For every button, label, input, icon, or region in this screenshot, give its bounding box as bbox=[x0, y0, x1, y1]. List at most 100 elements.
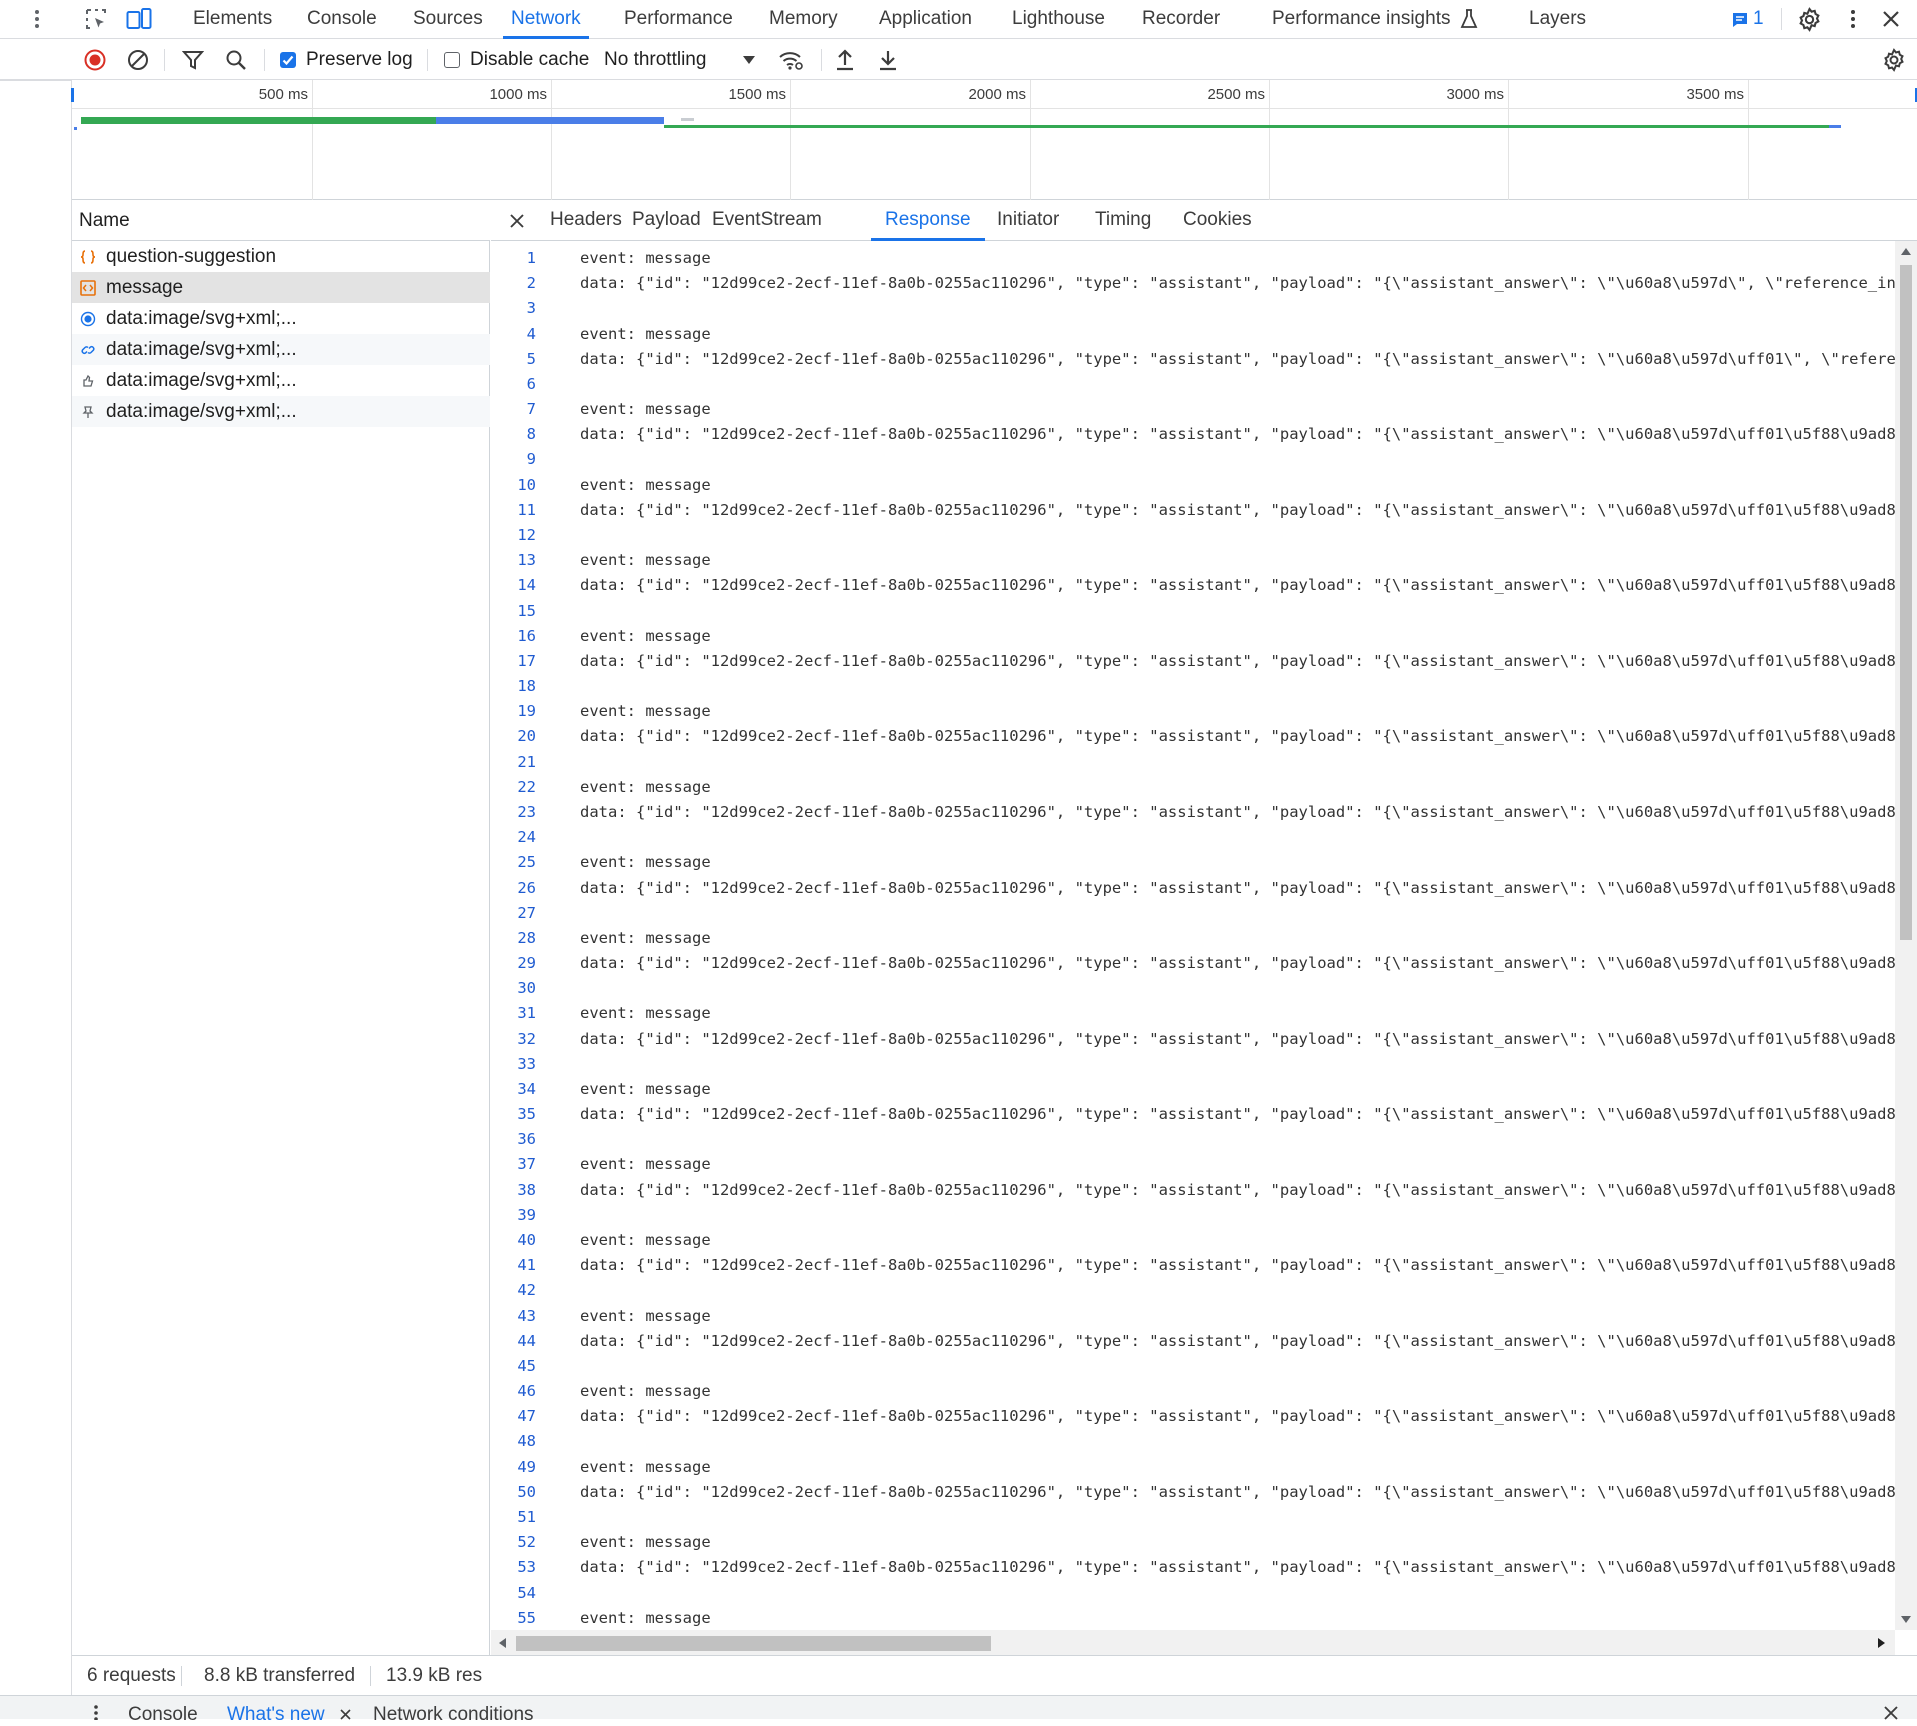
code-line: 44 data: {"id": "12d99ce2-2ecf-11ef-8a0b-… bbox=[491, 1329, 1895, 1354]
inspect-element-icon[interactable] bbox=[84, 7, 108, 31]
request-row[interactable]: message bbox=[72, 272, 490, 303]
search-icon[interactable] bbox=[225, 49, 247, 71]
line-content: data: {"id": "12d99ce2-2ecf-11ef-8a0b-02… bbox=[580, 1407, 1895, 1426]
timeline-left-handle[interactable] bbox=[71, 88, 74, 102]
name-column-header[interactable]: Name bbox=[72, 200, 490, 241]
export-har-download-icon[interactable] bbox=[878, 49, 898, 71]
close-drawer-icon[interactable] bbox=[1884, 1706, 1898, 1720]
disable-cache-checkbox[interactable] bbox=[444, 52, 460, 68]
line-number: 2 bbox=[526, 274, 536, 293]
line-content: event: message bbox=[580, 1231, 711, 1250]
code-line: 9 bbox=[491, 447, 1895, 472]
drawer-tab-bar: Console What's new Network conditions bbox=[0, 1695, 1917, 1725]
horizontal-scrollbar[interactable] bbox=[491, 1630, 1895, 1655]
tab-layers[interactable]: Layers bbox=[1529, 0, 1586, 39]
code-line: 30 bbox=[491, 976, 1895, 1001]
code-line: 4 event: message bbox=[491, 322, 1895, 347]
vertical-scroll-thumb[interactable] bbox=[1900, 265, 1912, 940]
stop-recording-icon[interactable] bbox=[84, 49, 106, 71]
request-name[interactable]: data:image/svg+xml;... bbox=[106, 303, 297, 334]
request-row[interactable]: data:image/svg+xml;... bbox=[72, 334, 490, 365]
tab-lighthouse[interactable]: Lighthouse bbox=[1012, 0, 1105, 39]
throttling-select[interactable]: No throttling bbox=[604, 40, 706, 80]
import-har-upload-icon[interactable] bbox=[835, 49, 855, 71]
settings-gear-icon[interactable] bbox=[1797, 7, 1822, 32]
request-row[interactable]: data:image/svg+xml;... bbox=[72, 396, 490, 427]
network-settings-gear-icon[interactable] bbox=[1882, 48, 1906, 72]
tab-performance-insights[interactable]: Performance insights bbox=[1272, 0, 1450, 39]
drawer-tab-network-conditions[interactable]: Network conditions bbox=[373, 1704, 534, 1726]
drawer-more-icon[interactable] bbox=[93, 1705, 99, 1720]
scroll-up-arrow-icon[interactable] bbox=[1901, 247, 1911, 255]
drawer-tab-whats-new[interactable]: What's new bbox=[227, 1704, 325, 1726]
filter-funnel-icon[interactable] bbox=[182, 50, 204, 70]
scroll-left-arrow-icon[interactable] bbox=[498, 1638, 506, 1648]
scroll-down-arrow-icon[interactable] bbox=[1901, 1616, 1911, 1624]
divider bbox=[164, 49, 165, 71]
code-line: 29 data: {"id": "12d99ce2-2ecf-11ef-8a0b-… bbox=[491, 951, 1895, 976]
network-conditions-wifi-icon[interactable] bbox=[778, 49, 804, 71]
tab-memory[interactable]: Memory bbox=[769, 0, 838, 39]
tab-performance[interactable]: Performance bbox=[624, 0, 733, 39]
preserve-log-label[interactable]: Preserve log bbox=[306, 40, 413, 80]
tab-cookies[interactable]: Cookies bbox=[1183, 200, 1252, 241]
code-line: 17 data: {"id": "12d99ce2-2ecf-11ef-8a0b-… bbox=[491, 649, 1895, 674]
code-line: 21 bbox=[491, 750, 1895, 775]
code-line: 48 bbox=[491, 1429, 1895, 1454]
tab-initiator[interactable]: Initiator bbox=[997, 200, 1059, 241]
timeline-tick-label: 2500 ms bbox=[1207, 86, 1265, 103]
tab-application[interactable]: Application bbox=[879, 0, 972, 39]
more-vertical-icon[interactable] bbox=[33, 9, 41, 29]
network-overview-timeline[interactable]: 500 ms 1000 ms 1500 ms 2000 ms 2500 ms 3… bbox=[71, 80, 1917, 200]
vertical-scrollbar[interactable] bbox=[1895, 241, 1917, 1630]
dropdown-arrow-icon[interactable] bbox=[742, 55, 756, 65]
tab-headers[interactable]: Headers bbox=[550, 200, 622, 241]
request-name[interactable]: message bbox=[106, 272, 183, 303]
line-number: 45 bbox=[517, 1356, 536, 1375]
scroll-right-arrow-icon[interactable] bbox=[1878, 1638, 1886, 1648]
close-devtools-icon[interactable] bbox=[1882, 10, 1900, 28]
line-number: 19 bbox=[517, 702, 536, 721]
line-number: 15 bbox=[517, 601, 536, 620]
request-name[interactable]: data:image/svg+xml;... bbox=[106, 365, 297, 396]
request-name[interactable]: data:image/svg+xml;... bbox=[106, 396, 297, 427]
tab-response[interactable]: Response bbox=[871, 200, 985, 241]
request-name[interactable]: data:image/svg+xml;... bbox=[106, 334, 297, 365]
request-row[interactable]: question-suggestion bbox=[72, 241, 490, 272]
code-line: 31 event: message bbox=[491, 1001, 1895, 1026]
line-number: 22 bbox=[517, 777, 536, 796]
request-row[interactable]: data:image/svg+xml;... bbox=[72, 303, 490, 334]
code-line: 36 bbox=[491, 1127, 1895, 1152]
issues-message-icon[interactable] bbox=[1731, 11, 1749, 29]
response-code-view[interactable]: 1 event: message 2 data: {"id": "12d99ce2-2… bbox=[491, 241, 1895, 1630]
drawer-tab-console[interactable]: Console bbox=[128, 1704, 198, 1726]
issues-count[interactable]: 1 bbox=[1753, 0, 1764, 39]
line-number: 41 bbox=[517, 1256, 536, 1275]
tab-payload[interactable]: Payload bbox=[632, 200, 701, 241]
tab-sources[interactable]: Sources bbox=[413, 0, 483, 39]
code-line: 41 data: {"id": "12d99ce2-2ecf-11ef-8a0b-… bbox=[491, 1253, 1895, 1278]
code-line: 51 bbox=[491, 1505, 1895, 1530]
close-tab-icon[interactable] bbox=[340, 1709, 351, 1720]
line-number: 26 bbox=[517, 878, 536, 897]
preserve-log-checkbox[interactable] bbox=[280, 52, 296, 68]
tab-recorder[interactable]: Recorder bbox=[1142, 0, 1220, 39]
tab-timing[interactable]: Timing bbox=[1095, 200, 1151, 241]
clear-log-icon[interactable] bbox=[127, 49, 149, 71]
line-number: 27 bbox=[517, 903, 536, 922]
request-row[interactable]: data:image/svg+xml;... bbox=[72, 365, 490, 396]
request-name[interactable]: question-suggestion bbox=[106, 241, 276, 272]
line-number: 1 bbox=[526, 249, 536, 267]
close-detail-icon[interactable] bbox=[509, 213, 525, 229]
horizontal-scroll-thumb[interactable] bbox=[516, 1636, 991, 1651]
device-toolbar-icon[interactable] bbox=[126, 7, 152, 31]
tab-network[interactable]: Network bbox=[503, 0, 589, 39]
tab-eventstream[interactable]: EventStream bbox=[712, 200, 822, 241]
tab-console[interactable]: Console bbox=[307, 0, 377, 39]
customize-menu-icon[interactable] bbox=[1849, 9, 1857, 29]
disable-cache-label[interactable]: Disable cache bbox=[470, 40, 589, 80]
divider bbox=[427, 49, 428, 71]
timeline-tick-label: 2000 ms bbox=[968, 86, 1026, 103]
tab-elements[interactable]: Elements bbox=[193, 0, 272, 39]
line-number: 16 bbox=[517, 626, 536, 645]
